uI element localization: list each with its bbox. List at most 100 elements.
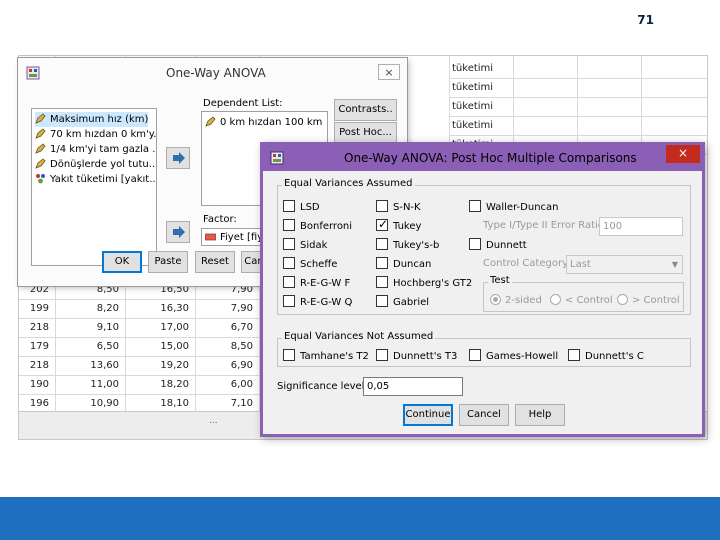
dependent-item[interactable]: 0 km hızdan 100 km [205,115,322,130]
sheet-cell[interactable]: 218 [19,318,49,337]
sheet-cell[interactable]: 6,70 [195,318,253,337]
gabriel-checkbox[interactable]: Gabriel [376,295,429,311]
source-variable-label: Dönüşlerde yol tutu... [50,159,157,170]
post-hoc-close-button[interactable]: × [666,145,700,163]
nominal-people-icon [36,174,45,184]
radio-greater-control[interactable]: > Control [617,294,680,310]
error-ratio-input[interactable]: 100 [599,217,683,236]
significance-level-input[interactable]: 0,05 [363,377,463,396]
checkbox-box [283,238,295,250]
sheet-cell[interactable]: tüketimi [452,97,493,116]
sheet-cell[interactable]: 16,30 [125,299,189,318]
radio-dot [490,294,501,305]
sheet-cell[interactable]: 13,60 [55,356,119,375]
checkbox-box [376,257,388,269]
checkbox-label: Duncan [393,259,432,270]
sheet-cell[interactable]: 199 [19,299,49,318]
paste-button[interactable]: Paste [148,251,188,273]
sheet-cell[interactable]: 6,00 [195,375,253,394]
pencil-scale-icon [35,158,46,169]
source-variable-list[interactable]: Maksimum hız (km) 70 km hızdan 0 km'y... 1… [31,108,157,266]
factor-item: Fiyet [fiy [205,230,260,245]
checkbox-box [568,349,580,361]
reset-button[interactable]: Reset [195,251,235,273]
sheet-cell[interactable]: 19,20 [125,356,189,375]
sheet-cell[interactable]: 7,90 [195,299,253,318]
sheet-cell[interactable]: tüketimi [452,59,493,78]
radio-dot [550,294,561,305]
move-to-dependent-button[interactable] [166,147,190,169]
checkbox-label: Hochberg's GT2 [393,278,473,289]
sheet-cell[interactable]: 179 [19,337,49,356]
checkbox-label: Tukey's-b [393,240,440,251]
sheet-cell[interactable]: 11,00 [55,375,119,394]
radio-less-control[interactable]: < Control [550,294,613,310]
s-n-k-checkbox[interactable]: S-N-K [376,200,421,216]
source-variable-label: 70 km hızdan 0 km'y... [50,129,157,140]
dunnett-c-checkbox[interactable]: Dunnett's C [568,349,644,365]
control-category-select[interactable]: Last ▼ [566,255,683,274]
checkbox-box [376,349,388,361]
tamhane-checkbox[interactable]: Tamhane's T2 [283,349,369,365]
tukey-s-b-checkbox[interactable]: Tukey's-b [376,238,439,254]
waller-duncan-checkbox[interactable]: Waller-Duncan [469,200,559,216]
sheet-cell[interactable]: tüketimi [452,78,493,97]
checkbox-box [283,200,295,212]
cancel-button[interactable]: Cancel [459,404,509,426]
tukey-checkbox[interactable]: Tukey [376,217,421,235]
anova-title-bar: One-Way ANOVA × [18,58,407,88]
continue-button[interactable]: Continue [403,404,453,426]
equal-variances-assumed-label: Equal Variances Assumed [282,178,415,189]
sheet-cell[interactable]: 9,10 [55,318,119,337]
radio-2-sided[interactable]: 2-sided [490,294,542,310]
r-e-g-w-f-checkbox[interactable]: R-E-G-W F [283,276,350,292]
sheet-cell[interactable]: 190 [19,375,49,394]
sheet-cell[interactable]: 6,50 [55,337,119,356]
sheet-cell[interactable]: tüketimi [452,116,493,135]
duncan-checkbox[interactable]: Duncan [376,257,431,273]
pencil-scale-icon [35,128,46,139]
checkbox-box [283,295,295,307]
source-variable-item[interactable]: Yakıt tüketimi [yakıt... [35,172,156,187]
lsd-checkbox[interactable]: LSD [283,200,320,216]
sidak-checkbox[interactable]: Sidak [283,238,327,254]
source-variable-item[interactable]: Maksimum hız (km) [35,112,149,127]
sheet-cell[interactable]: 8,50 [195,337,253,356]
test-group: Test 2-sided < Control > Control [483,275,684,312]
source-variable-label: 1/4 km'yi tam gazla ... [50,144,157,155]
checkbox-label: R-E-G-W Q [300,297,353,308]
spss-app-icon [270,151,284,165]
checkbox-box [469,349,481,361]
source-variable-item[interactable]: 1/4 km'yi tam gazla ... [35,142,157,157]
move-to-factor-button[interactable] [166,221,190,243]
post-hoc-dialog: One-Way ANOVA: Post Hoc Multiple Compari… [260,142,705,437]
source-variable-item[interactable]: 70 km hızdan 0 km'y... [35,127,157,142]
checkbox-box [376,238,388,250]
contrasts-button[interactable]: Contrasts.. [334,99,397,121]
games-howell-checkbox[interactable]: Games-Howell [469,349,558,365]
source-variable-item[interactable]: Dönüşlerde yol tutu... [35,157,157,172]
sheet-cell[interactable]: 18,20 [125,375,189,394]
r-e-g-w-q-checkbox[interactable]: R-E-G-W Q [283,295,352,311]
dependent-list-label: Dependent List: [203,98,283,109]
dunnett-t3-checkbox[interactable]: Dunnett's T3 [376,349,457,365]
anova-close-button[interactable]: × [378,64,400,80]
sheet-cell[interactable]: 218 [19,356,49,375]
post-hoc-button[interactable]: Post Hoc... [334,122,397,144]
factor-label: Factor: [203,214,237,225]
scheffe-checkbox[interactable]: Scheffe [283,257,337,273]
dunnett-checkbox[interactable]: Dunnett [469,238,527,254]
ok-button[interactable]: OK [102,251,142,273]
sheet-cell[interactable]: 8,20 [55,299,119,318]
sheet-cell[interactable]: 17,00 [125,318,189,337]
sheet-cell[interactable]: 15,00 [125,337,189,356]
chevron-down-icon: ▼ [671,260,678,269]
checkbox-label: Gabriel [393,297,430,308]
factor-field[interactable]: Fiyet [fiy [201,228,261,246]
help-button[interactable]: Help [515,404,565,426]
pencil-scale-icon [35,113,46,124]
hochberg-s-gt2-checkbox[interactable]: Hochberg's GT2 [376,276,472,292]
scroll-grip[interactable]: ... [209,416,218,426]
bonferroni-checkbox[interactable]: Bonferroni [283,219,352,235]
sheet-cell[interactable]: 6,90 [195,356,253,375]
